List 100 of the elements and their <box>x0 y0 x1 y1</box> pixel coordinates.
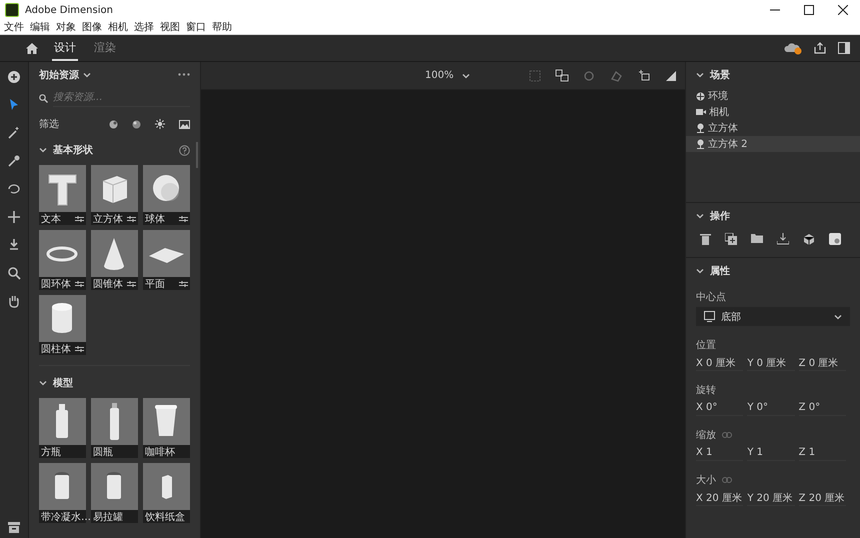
section-title[interactable]: 属性 <box>710 264 730 278</box>
asset-label: 方瓶 <box>41 446 61 458</box>
value-field[interactable]: X 0 厘米 <box>696 355 744 371</box>
material-icon <box>829 233 841 245</box>
asset-thumbnail[interactable] <box>143 165 190 212</box>
align-icon <box>555 69 569 82</box>
share-icon <box>814 42 826 54</box>
menu-item[interactable]: 对象 <box>56 20 76 34</box>
scene-item[interactable]: 相机 <box>686 104 860 120</box>
asset-thumbnail[interactable] <box>39 295 86 342</box>
add-icon <box>7 70 21 84</box>
asset-label: 饮料纸盒 <box>145 510 185 524</box>
dropdown-chevron-icon <box>83 72 91 78</box>
asset-thumbnail[interactable] <box>39 230 86 277</box>
section-title[interactable]: 场景 <box>710 68 730 82</box>
asset-label: 易拉罐 <box>93 510 123 524</box>
chevron-icon <box>834 314 842 320</box>
pivot-dropdown[interactable]: 底部 <box>696 307 850 326</box>
property-label: 中心点 <box>696 290 726 304</box>
chevron-icon <box>696 213 704 219</box>
zoom-icon <box>7 266 21 280</box>
globe-icon <box>696 92 705 100</box>
value-field[interactable]: Z 0 厘米 <box>798 355 846 371</box>
image-icon <box>179 120 190 128</box>
asset-thumbnail[interactable] <box>91 230 138 277</box>
asset-thumbnail[interactable] <box>91 463 138 510</box>
value-field[interactable]: Z 0° <box>798 400 846 416</box>
asset-thumbnail[interactable] <box>91 165 138 212</box>
value-field[interactable]: Y 0° <box>747 400 795 416</box>
value-field[interactable]: X 1 <box>696 445 744 461</box>
menu-item[interactable]: 相机 <box>108 20 128 34</box>
asset-thumbnail[interactable] <box>143 463 190 510</box>
scene-item-label: 相机 <box>709 106 729 119</box>
asset-thumbnail[interactable] <box>39 165 86 212</box>
model-icon <box>696 139 705 149</box>
asset-thumbnail[interactable] <box>91 398 138 445</box>
asset-label: 圆柱体 <box>41 342 71 356</box>
scene-item-label: 立方体 2 <box>708 138 748 151</box>
panel-title[interactable]: 初始资源 <box>39 68 79 82</box>
scene-item[interactable]: 立方体 <box>686 120 860 136</box>
cloud-icon <box>784 42 802 54</box>
model-icon <box>696 123 705 133</box>
menu-item[interactable]: 文件 <box>4 20 24 34</box>
asset-thumbnail[interactable] <box>39 463 86 510</box>
value-field[interactable]: X 0° <box>696 400 744 416</box>
value-field[interactable]: Z 20 厘米 <box>798 490 846 506</box>
chevron-icon <box>39 380 47 386</box>
asset-label: 球体 <box>145 212 165 226</box>
trash-icon <box>700 233 711 245</box>
asset-label: 咖啡杯 <box>145 446 175 458</box>
section-title[interactable]: 基本形状 <box>53 143 93 157</box>
render-preview-icon <box>665 70 677 82</box>
search-field[interactable]: 搜索资源... <box>53 89 190 107</box>
section-title[interactable]: 操作 <box>710 209 730 223</box>
menu-item[interactable]: 图像 <box>82 20 102 34</box>
duplicate-icon <box>725 233 737 245</box>
menu-item[interactable]: 帮助 <box>212 20 232 34</box>
app-logo <box>5 3 19 17</box>
value-field[interactable]: Z 1 <box>798 445 846 461</box>
options-icon <box>179 216 188 222</box>
orbit-icon <box>583 70 596 82</box>
link-icon <box>722 477 732 483</box>
panel-icon <box>838 42 850 54</box>
asset-thumbnail[interactable] <box>143 398 190 445</box>
orbit-icon <box>7 182 21 196</box>
value-field[interactable]: Y 20 厘米 <box>747 490 795 506</box>
menu-item[interactable]: 视图 <box>160 20 180 34</box>
asset-thumbnail[interactable] <box>143 230 190 277</box>
download-icon <box>777 233 789 245</box>
options-icon <box>127 280 136 286</box>
filter-label: 筛选 <box>39 118 59 131</box>
texture-icon <box>132 120 141 128</box>
folder-icon <box>751 233 763 243</box>
add-object-icon <box>637 69 651 82</box>
chevron-icon <box>696 72 704 78</box>
zoom-dropdown[interactable]: 100% <box>421 68 474 83</box>
value-field[interactable]: X 20 厘米 <box>696 490 744 506</box>
value-field[interactable]: Y 0 厘米 <box>747 355 795 371</box>
menu-item[interactable]: 选择 <box>134 20 154 34</box>
link-icon <box>722 432 732 438</box>
menu-item[interactable]: 编辑 <box>30 20 50 34</box>
scene-item-label: 环境 <box>708 90 728 103</box>
property-label: 旋转 <box>696 384 716 397</box>
maximize-icon <box>804 5 814 15</box>
options-icon <box>75 346 84 352</box>
section-title[interactable]: 模型 <box>53 376 73 390</box>
chevron-icon <box>462 72 470 78</box>
options-icon <box>75 280 84 286</box>
scene-item[interactable]: 立方体 2 <box>686 136 860 152</box>
menu-item[interactable]: 窗口 <box>186 20 206 34</box>
tab[interactable]: 渲染 <box>92 36 118 60</box>
value-field[interactable]: Y 1 <box>747 445 795 461</box>
scene-item[interactable]: 环境 <box>686 88 860 104</box>
asset-thumbnail[interactable] <box>39 398 86 445</box>
asset-label: 带冷凝水… <box>41 510 91 524</box>
property-label: 缩放 <box>696 428 716 442</box>
asset-label: 平面 <box>145 278 165 290</box>
property-label: 位置 <box>696 338 716 352</box>
chevron-icon <box>696 268 704 274</box>
material-icon <box>109 120 118 128</box>
